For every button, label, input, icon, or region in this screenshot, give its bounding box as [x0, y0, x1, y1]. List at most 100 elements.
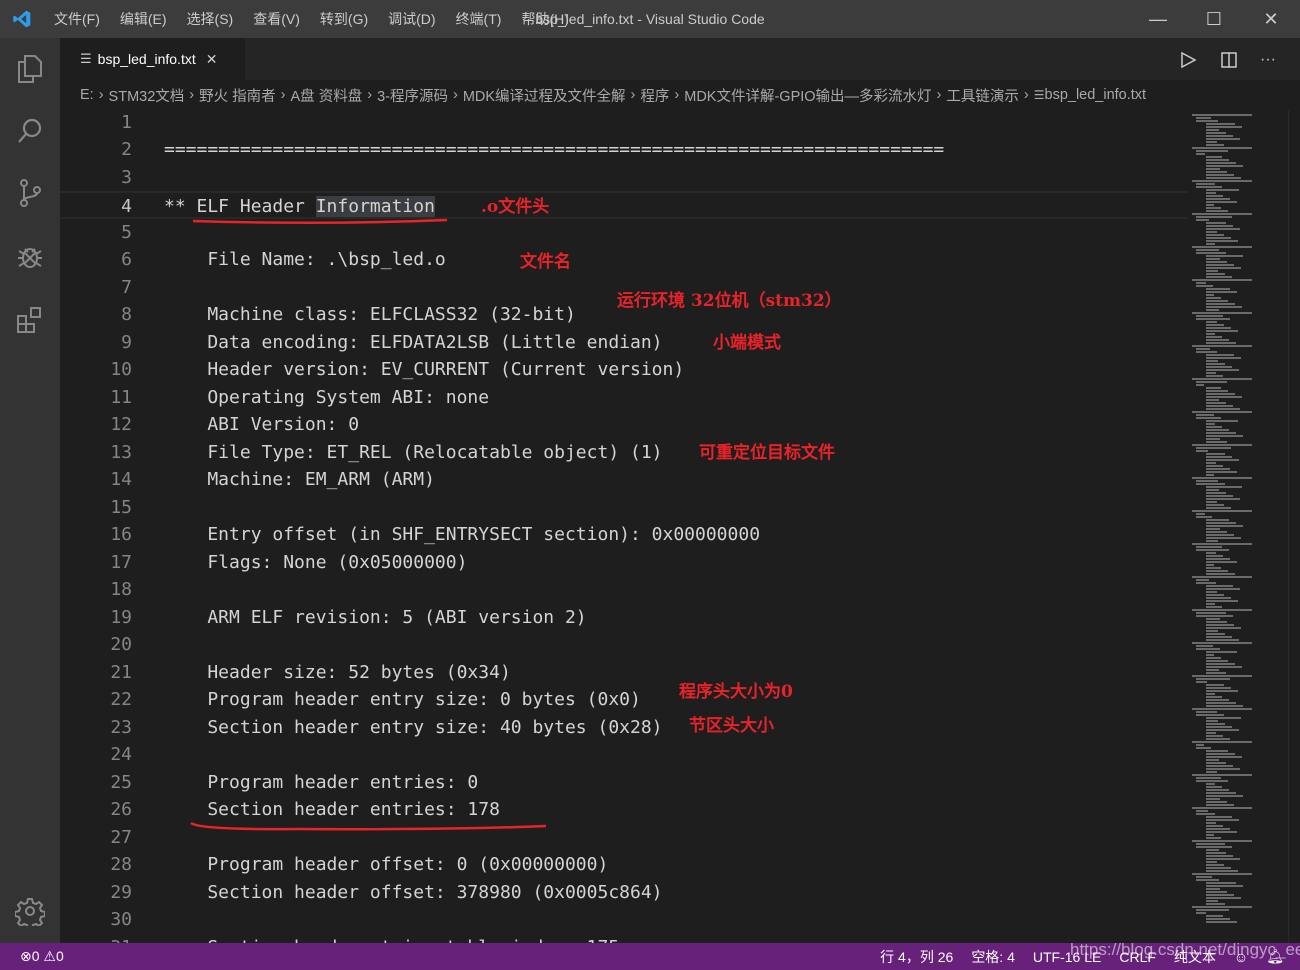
- minimap-line: [1206, 507, 1231, 509]
- minimap-line: [1206, 354, 1234, 356]
- minimap-line: [1206, 294, 1214, 296]
- minimap-line: [1206, 438, 1220, 440]
- minimap-line: [1206, 135, 1233, 137]
- minimap-line: [1206, 474, 1214, 476]
- minimap-line: [1206, 705, 1243, 707]
- warning-count: 0: [55, 948, 64, 964]
- minimap-line: [1206, 630, 1218, 632]
- minimap-line: [1196, 909, 1229, 911]
- minimap-line: [1206, 486, 1242, 488]
- minimap-line: [1206, 531, 1227, 533]
- minimap-line: [1192, 708, 1252, 710]
- minimap-line: [1206, 654, 1214, 656]
- minimap-line: [1206, 204, 1214, 206]
- minimap-line: [1196, 351, 1217, 353]
- minimap-line: [1206, 357, 1241, 359]
- minimap-line: [1206, 168, 1220, 170]
- minimap-line: [1206, 288, 1230, 290]
- minimap-line: [1206, 402, 1226, 404]
- scrollbar[interactable]: [1288, 110, 1300, 943]
- minimap-line: [1206, 684, 1224, 686]
- minimap-line: [1206, 852, 1226, 854]
- minimap-line: [1192, 510, 1252, 512]
- minimap-line: [1206, 426, 1222, 428]
- minimap-line: [1206, 831, 1237, 833]
- minimap-line: [1206, 735, 1223, 737]
- minimap-line: [1206, 501, 1217, 503]
- underline-section-entries: [190, 821, 547, 831]
- minimap[interactable]: [1188, 110, 1288, 943]
- minimap-line: [1206, 339, 1229, 341]
- minimap-line: [1206, 303, 1235, 305]
- minimap-line: [1206, 405, 1233, 407]
- minimap-line: [1196, 678, 1230, 680]
- minimap-line: [1206, 324, 1224, 326]
- minimap-line: [1196, 645, 1213, 647]
- minimap-line: [1206, 771, 1217, 773]
- minimap-line: [1196, 744, 1204, 746]
- minimap-line: [1206, 594, 1224, 596]
- minimap-line: [1206, 564, 1214, 566]
- minimap-line: [1206, 453, 1225, 455]
- minimap-line: [1206, 390, 1228, 392]
- minimap-line: [1206, 789, 1229, 791]
- minimap-line: [1206, 600, 1238, 602]
- minimap-line: [1196, 414, 1214, 416]
- minimap-line: [1206, 519, 1229, 521]
- minimap-line: [1196, 813, 1215, 815]
- minimap-line: [1196, 879, 1219, 881]
- cursor-position[interactable]: 行 4，列 26: [871, 947, 962, 967]
- minimap-line: [1192, 774, 1252, 776]
- minimap-line: [1206, 495, 1233, 497]
- minimap-line: [1196, 516, 1212, 518]
- minimap-line: [1192, 576, 1252, 578]
- minimap-line: [1196, 912, 1206, 914]
- minimap-line: [1206, 750, 1228, 752]
- minimap-line: [1206, 732, 1216, 734]
- minimap-line: [1192, 213, 1252, 215]
- minimap-line: [1206, 651, 1237, 653]
- minimap-line: [1206, 627, 1241, 629]
- minimap-line: [1206, 762, 1226, 764]
- problems-indicator[interactable]: ⊗0 ⚠0: [0, 948, 73, 965]
- minimap-line: [1196, 579, 1209, 581]
- minimap-line: [1206, 786, 1222, 788]
- minimap-line: [1206, 165, 1243, 167]
- minimap-line: [1206, 471, 1237, 473]
- minimap-line: [1206, 237, 1231, 239]
- minimap-line: [1206, 528, 1220, 530]
- minimap-line: [1206, 225, 1233, 227]
- minimap-line: [1196, 252, 1226, 254]
- error-count: 0: [31, 948, 40, 964]
- minimap-line: [1206, 489, 1219, 491]
- minimap-line: [1196, 285, 1213, 287]
- minimap-line: [1196, 843, 1225, 845]
- minimap-line: [1206, 897, 1241, 899]
- minimap-line: [1192, 609, 1252, 611]
- minimap-line: [1206, 264, 1234, 266]
- minimap-line: [1196, 450, 1208, 452]
- minimap-line: [1206, 597, 1231, 599]
- minimap-line: [1192, 906, 1252, 908]
- minimap-line: [1206, 753, 1235, 755]
- minimap-line: [1206, 921, 1237, 923]
- minimap-line: [1196, 318, 1230, 320]
- minimap-line: [1192, 741, 1252, 743]
- minimap-line: [1206, 918, 1230, 920]
- minimap-line: [1206, 195, 1223, 197]
- minimap-line: [1206, 585, 1233, 587]
- red-underlines: [190, 218, 547, 831]
- minimap-line: [1206, 162, 1236, 164]
- minimap-line: [1206, 441, 1227, 443]
- minimap-line: [1206, 267, 1241, 269]
- minimap-line: [1196, 612, 1226, 614]
- minimap-line: [1206, 825, 1223, 827]
- minimap-line: [1206, 801, 1227, 803]
- minimap-line: [1196, 348, 1210, 350]
- minimap-line: [1206, 258, 1220, 260]
- minimap-line: [1206, 201, 1237, 203]
- minimap-line: [1206, 420, 1238, 422]
- minimap-line: [1206, 123, 1235, 125]
- indentation[interactable]: 空格: 4: [962, 947, 1024, 967]
- minimap-line: [1192, 543, 1252, 545]
